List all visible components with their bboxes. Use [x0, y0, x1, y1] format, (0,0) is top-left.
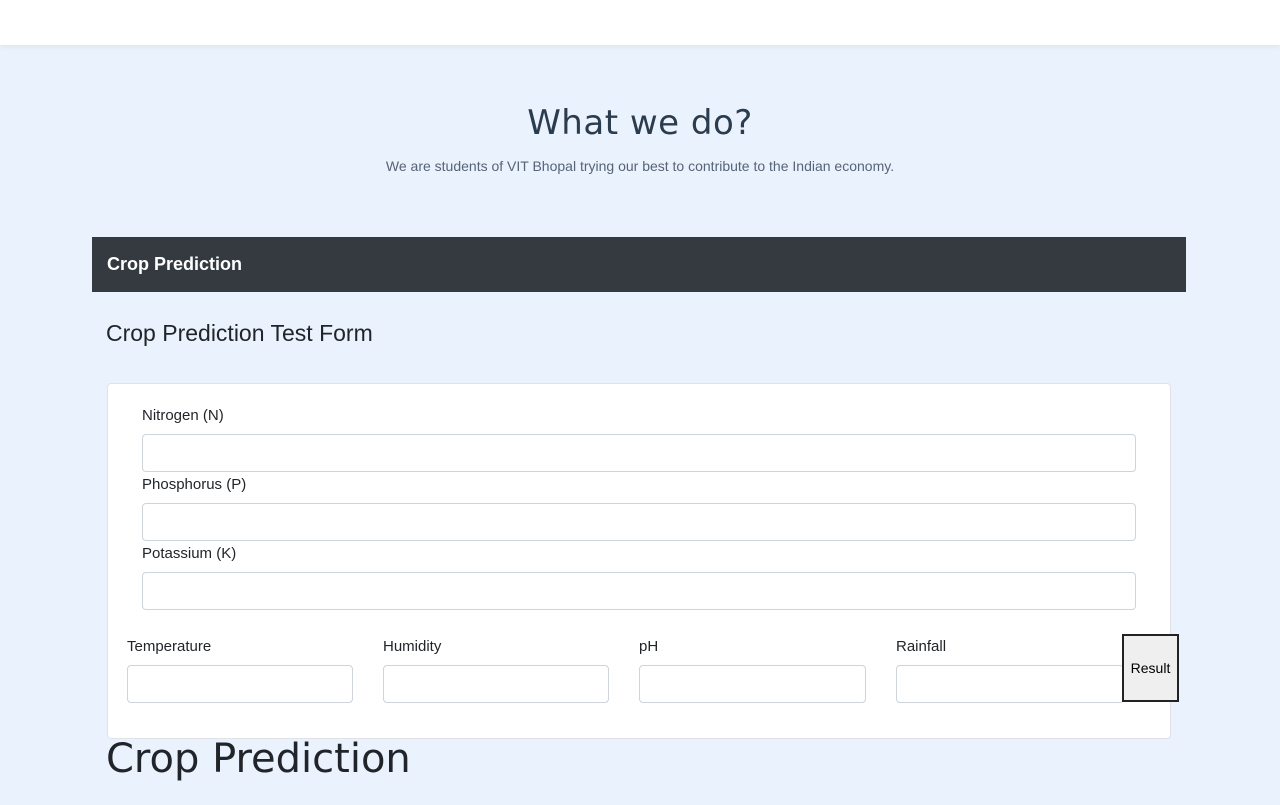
hero-title: What we do?	[527, 103, 753, 143]
phosphorus-input[interactable]	[142, 503, 1136, 541]
temperature-label: Temperature	[127, 638, 212, 655]
potassium-input[interactable]	[142, 572, 1136, 610]
top-navbar	[0, 0, 1280, 45]
bottom-section-title: Crop Prediction	[106, 736, 411, 782]
result-button[interactable]: Result	[1122, 634, 1179, 702]
phosphorus-label: Phosphorus (P)	[142, 476, 247, 493]
potassium-label: Potassium (K)	[142, 545, 237, 562]
nitrogen-input[interactable]	[142, 434, 1136, 472]
rainfall-label: Rainfall	[896, 638, 947, 655]
humidity-label: Humidity	[383, 638, 442, 655]
rainfall-input[interactable]	[896, 665, 1124, 703]
humidity-input[interactable]	[383, 665, 609, 703]
hero-subtitle: We are students of VIT Bhopal trying our…	[385, 158, 895, 174]
temperature-input[interactable]	[127, 665, 353, 703]
ph-input[interactable]	[639, 665, 866, 703]
form-heading: Crop Prediction Test Form	[106, 320, 373, 346]
ph-label: pH	[639, 638, 659, 655]
section-header: Crop Prediction	[92, 237, 1186, 292]
nitrogen-label: Nitrogen (N)	[142, 407, 224, 424]
section-header-title: Crop Prediction	[107, 254, 243, 274]
